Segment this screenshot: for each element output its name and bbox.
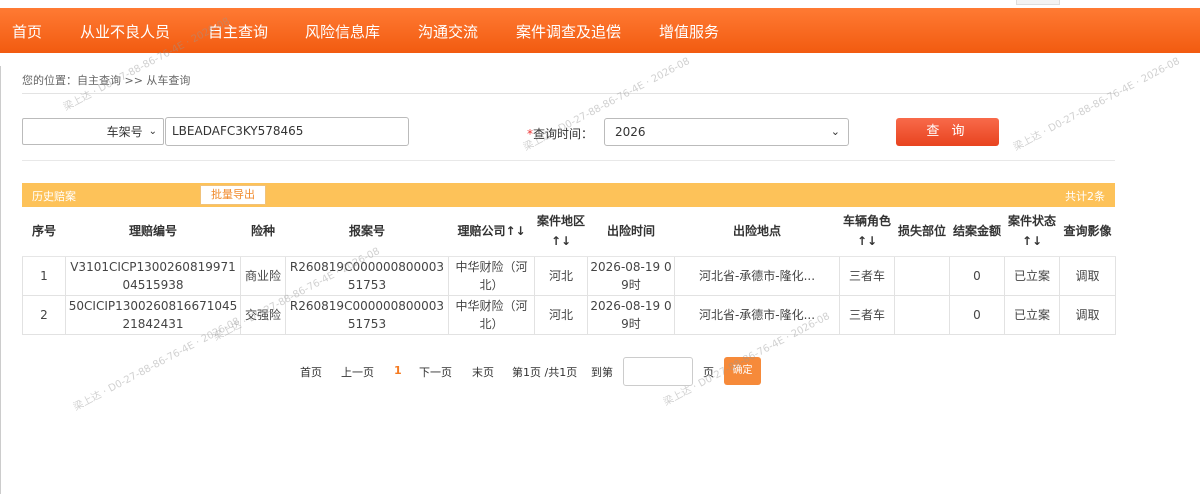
table-cell: 交强险 [240, 294, 286, 335]
pager-next[interactable]: 下一页 [419, 364, 452, 380]
divider [22, 93, 1115, 94]
breadcrumb: 您的位置：自主查询 >> 从车查询 [22, 74, 191, 87]
table-cell: 河北省-承德市-隆化... [674, 294, 840, 335]
col-header: 查询影像 [1059, 207, 1116, 257]
col-header: 序号 [22, 207, 66, 257]
nav-item-investigation[interactable]: 案件调查及追偿 [516, 21, 621, 42]
query-button[interactable]: 查 询 [896, 118, 999, 146]
query-time-label: *查询时间： [527, 125, 593, 142]
table-cell: 已立案 [1004, 294, 1060, 335]
chevron-down-icon: ⌄ [830, 125, 840, 138]
table-cell: 1 [22, 255, 66, 296]
table-cell: 2 [22, 294, 66, 335]
fetch-image-link[interactable]: 调取 [1059, 294, 1116, 335]
table-cell: R260819C00000080000351753 [285, 255, 449, 296]
pager-info: 第1页 /共1页 [512, 366, 578, 379]
nav-item-risk-db[interactable]: 风险信息库 [305, 21, 380, 42]
total-count: 共计2条 [1065, 190, 1105, 203]
table-cell: 三者车 [839, 294, 895, 335]
query-time-label-text: 查询时间： [533, 127, 594, 141]
fetch-image-link[interactable]: 调取 [1059, 255, 1116, 296]
table-cell: 河北 [534, 294, 588, 335]
col-header: 险种 [240, 207, 286, 257]
divider [22, 160, 1115, 161]
col-header: 损失部位 [894, 207, 950, 257]
nav-item-value-added[interactable]: 增值服务 [659, 21, 719, 42]
vin-input[interactable]: LBEADAFC3KY578465 [165, 117, 409, 146]
table-cell: 0 [949, 255, 1005, 296]
col-header-sortable[interactable]: 车辆角色↑↓ [839, 207, 895, 257]
table-header-row: 序号 理赔编号 险种 报案号 理赔公司↑↓ 案件地区↑↓ 出险时间 出险地点 车… [22, 207, 1116, 257]
top-strip [0, 0, 1200, 8]
col-header: 出险地点 [674, 207, 840, 257]
table-cell: 2026-08-19 09时 [587, 294, 675, 335]
nav-item-communication[interactable]: 沟通交流 [418, 21, 478, 42]
col-header-sortable[interactable]: 案件状态↑↓ [1004, 207, 1060, 257]
table-cell [894, 255, 950, 296]
table-row: 2 50CICIP130026081667104521842431 交强险 R2… [22, 294, 1116, 335]
field-type-value: 车架号 [106, 125, 143, 139]
col-header: 结案金额 [949, 207, 1005, 257]
table-cell: R260819C00000080000351753 [285, 294, 449, 335]
table-cell: 50CICIP130026081667104521842431 [65, 294, 241, 335]
panel-title: 历史赔案 [32, 190, 76, 203]
table-cell: 河北 [534, 255, 588, 296]
confirm-button[interactable]: 确定 [724, 357, 761, 385]
pager-last[interactable]: 末页 [472, 364, 494, 380]
top-tab[interactable] [1016, 0, 1060, 5]
col-header: 理赔编号 [65, 207, 241, 257]
pager-current-page[interactable]: 1 [394, 364, 402, 377]
col-header-sortable[interactable]: 案件地区↑↓ [534, 207, 588, 257]
table-cell: 2026-08-19 09时 [587, 255, 675, 296]
table-cell: 中华财险（河北） [448, 255, 535, 296]
table-row: 1 V3101CICP130026081997104515938 商业险 R26… [22, 255, 1116, 296]
nav-item-bad-personnel[interactable]: 从业不良人员 [80, 21, 170, 42]
main-nav: 首页 从业不良人员 自主查询 风险信息库 沟通交流 案件调查及追偿 增值服务 [0, 8, 1200, 53]
query-time-value: 2026 [615, 125, 646, 139]
watermark: 梁上达 · D0-27-88-86-76-4E · 2026-08 [1011, 55, 1182, 154]
col-header: 报案号 [285, 207, 449, 257]
goto-page-input[interactable] [623, 357, 693, 386]
table-cell: 中华财险（河北） [448, 294, 535, 335]
table-cell: 河北省-承德市-隆化... [674, 255, 840, 296]
nav-item-home[interactable]: 首页 [12, 21, 42, 42]
col-header: 出险时间 [587, 207, 675, 257]
chevron-down-icon: ⌄ [148, 126, 157, 137]
pager-first[interactable]: 首页 [300, 364, 322, 380]
col-header-sortable[interactable]: 理赔公司↑↓ [448, 207, 535, 257]
field-type-select[interactable]: 车架号 ⌄ [22, 118, 164, 145]
pager-prev[interactable]: 上一页 [341, 364, 374, 380]
table-cell: 已立案 [1004, 255, 1060, 296]
left-frame-border [0, 66, 4, 494]
pagination: 首页 上一页 1 下一页 末页 第1页 /共1页 到第 页 [0, 357, 1200, 385]
history-panel-header: 历史赔案 批量导出 共计2条 [22, 183, 1115, 207]
table-cell: 三者车 [839, 255, 895, 296]
table-cell: 0 [949, 294, 1005, 335]
pager-goto-label: 到第 [591, 366, 613, 379]
table-cell [894, 294, 950, 335]
query-time-select[interactable]: 2026 ⌄ [604, 118, 849, 146]
batch-export-button[interactable]: 批量导出 [200, 185, 266, 205]
pager-page-unit: 页 [703, 366, 714, 379]
table-cell: V3101CICP130026081997104515938 [65, 255, 241, 296]
nav-item-self-query[interactable]: 自主查询 [208, 21, 268, 42]
claims-table: 序号 理赔编号 险种 报案号 理赔公司↑↓ 案件地区↑↓ 出险时间 出险地点 车… [22, 207, 1116, 335]
table-cell: 商业险 [240, 255, 286, 296]
